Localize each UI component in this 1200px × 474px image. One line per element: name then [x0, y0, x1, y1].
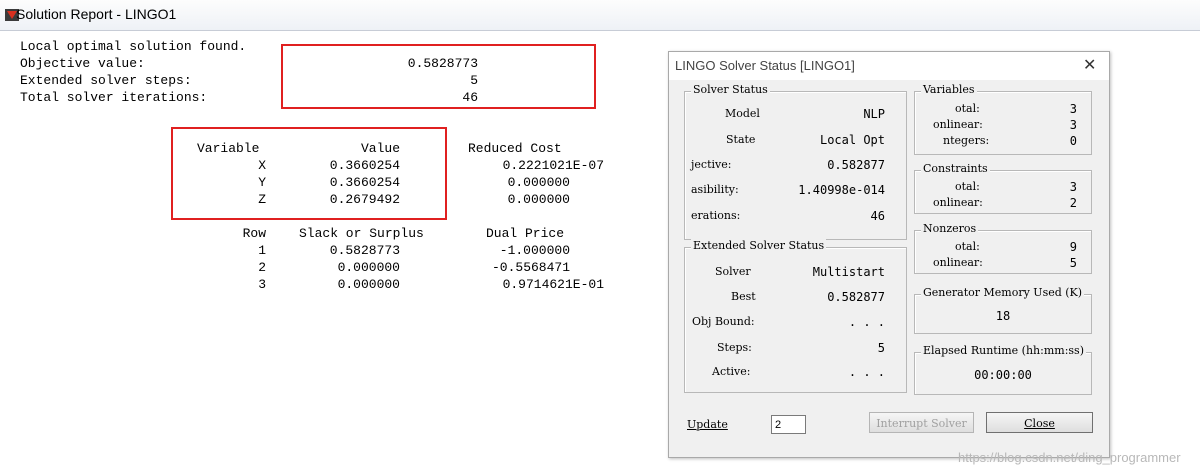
steps-label: Steps: [717, 341, 752, 354]
row-dual-price: -1.000000 [499, 243, 570, 258]
var-reduced-cost: 0.000000 [507, 192, 570, 207]
nonzeros-group: Nonzeros otal: 9 onlinear: 5 [914, 222, 1092, 274]
state-label: State [726, 133, 756, 146]
dialog-title: LINGO Solver Status [LINGO1] [675, 58, 855, 73]
obj-bound-label: Obj Bound: [692, 315, 755, 328]
group-label: Solver Status [691, 83, 770, 96]
group-label: Variables [921, 83, 977, 96]
generator-memory-group: Generator Memory Used (K) 18 [914, 286, 1092, 334]
row-slack: 0.5828773 [329, 243, 400, 258]
variables-total-value: 3 [1069, 102, 1077, 116]
steps-value: 5 [877, 341, 885, 355]
solver-value: Multistart [812, 265, 885, 279]
best-label: Best [731, 290, 756, 303]
constraints-total-value: 3 [1069, 180, 1077, 194]
highlight-box-variables [171, 127, 447, 220]
report-title: Solution Report - LINGO1 [16, 6, 177, 22]
row-header-slack: Slack or Surplus [299, 226, 424, 241]
extended-solver-status-group: Extended Solver Status Solver Multistart… [684, 239, 907, 393]
variables-integers-label: ntegers: [943, 134, 990, 147]
var-reduced-cost: 0.2221021E-07 [502, 158, 604, 173]
variables-group: Variables otal: 3 onlinear: 3 ntegers: 0 [914, 83, 1092, 155]
model-value: NLP [863, 107, 885, 121]
constraints-nonlinear-value: 2 [1069, 196, 1077, 210]
status-line: Local optimal solution found. [20, 39, 247, 54]
row-header-row: Row [242, 226, 266, 241]
best-value: 0.582877 [827, 290, 885, 304]
objective-label: Objective value: [20, 56, 145, 71]
var-header-reduced-cost: Reduced Cost [468, 141, 562, 156]
constraints-total-label: otal: [955, 180, 980, 193]
group-label: Elapsed Runtime (hh:mm:ss) [921, 344, 1086, 357]
variables-nonlinear-value: 3 [1069, 118, 1077, 132]
model-label: Model [725, 107, 760, 120]
row-index: 3 [258, 277, 266, 292]
active-value: . . . [848, 365, 885, 379]
steps-label: Extended solver steps: [20, 73, 192, 88]
nonzeros-total-label: otal: [955, 240, 980, 253]
watermark: https://blog.csdn.net/ding_programmer [958, 450, 1181, 465]
solver-status-group: Solver Status Model NLP State Local Opt … [684, 83, 907, 240]
infeasibility-value: 1.40998e-014 [798, 183, 885, 197]
row-dual-price: 0.9714621E-01 [502, 277, 604, 292]
active-label: Active: [712, 365, 751, 378]
dialog-titlebar: LINGO Solver Status [LINGO1] ✕ [669, 52, 1109, 80]
iterations-value: 46 [870, 209, 885, 223]
objective-label: jective: [691, 158, 732, 171]
row-header-dual-price: Dual Price [486, 226, 565, 241]
close-button[interactable]: Close [986, 412, 1093, 433]
objective-value: 0.582877 [827, 158, 885, 172]
update-label-text: Update [687, 418, 728, 431]
row-slack: 0.000000 [337, 277, 400, 292]
highlight-box-summary [281, 44, 596, 109]
row-index: 1 [258, 243, 266, 258]
close-icon[interactable]: ✕ [1083, 55, 1096, 75]
row-index: 2 [258, 260, 266, 275]
group-label: Nonzeros [921, 222, 979, 235]
update-label: Update [687, 418, 728, 431]
var-reduced-cost: 0.000000 [507, 175, 570, 190]
obj-bound-value: . . . [848, 315, 885, 329]
generator-memory-value: 18 [995, 309, 1011, 323]
row-slack: 0.000000 [337, 260, 400, 275]
group-label: Generator Memory Used (K) [921, 286, 1085, 299]
infeasibility-label: asibility: [691, 183, 739, 196]
close-button-label: Close [1024, 417, 1055, 430]
nonzeros-nonlinear-value: 5 [1069, 256, 1077, 270]
update-interval-input[interactable] [771, 415, 806, 434]
variables-integers-value: 0 [1069, 134, 1077, 148]
variables-total-label: otal: [955, 102, 980, 115]
elapsed-runtime-value: 00:00:00 [974, 368, 1032, 382]
constraints-nonlinear-label: onlinear: [933, 196, 983, 209]
nonzeros-total-value: 9 [1069, 240, 1077, 254]
report-titlebar: Solution Report - LINGO1 [0, 0, 1200, 31]
interrupt-solver-button[interactable]: Interrupt Solver [869, 412, 974, 433]
variables-nonlinear-label: onlinear: [933, 118, 983, 131]
solver-status-dialog: LINGO Solver Status [LINGO1] ✕ Solver St… [668, 51, 1110, 458]
solver-label: Solver [715, 265, 751, 278]
group-label: Extended Solver Status [691, 239, 827, 252]
iterations-label: Total solver iterations: [20, 90, 208, 105]
row-dual-price: -0.5568471 [491, 260, 570, 275]
group-label: Constraints [921, 162, 990, 175]
iterations-label: erations: [691, 209, 741, 222]
constraints-group: Constraints otal: 3 onlinear: 2 [914, 162, 1092, 214]
nonzeros-nonlinear-label: onlinear: [933, 256, 983, 269]
state-value: Local Opt [819, 133, 885, 147]
elapsed-runtime-group: Elapsed Runtime (hh:mm:ss) 00:00:00 [914, 344, 1092, 395]
